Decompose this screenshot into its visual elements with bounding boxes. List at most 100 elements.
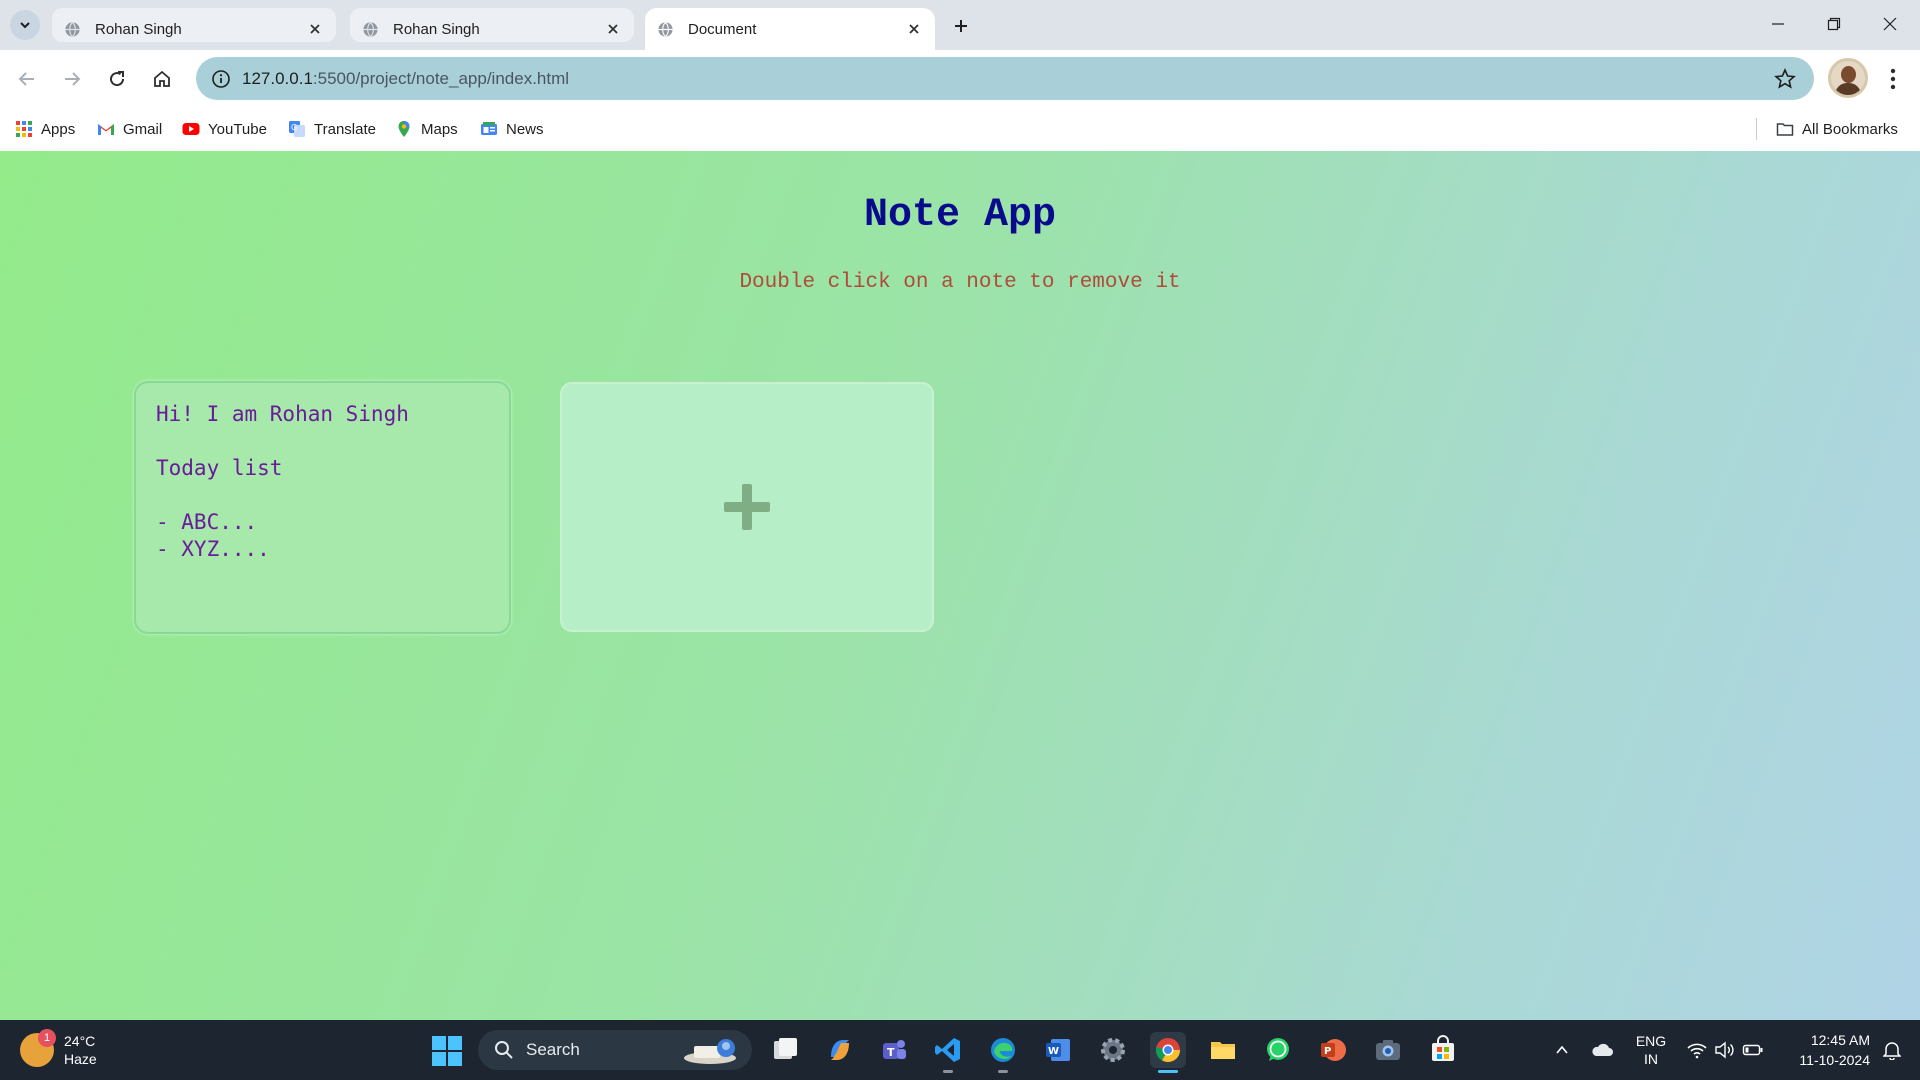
address-bar[interactable]: 127.0.0.1:5500/project/note_app/index.ht… [196,57,1814,100]
home-button[interactable] [145,62,179,96]
store-app[interactable] [1425,1032,1461,1068]
close-tab-icon[interactable] [604,20,622,38]
all-bookmarks-button[interactable]: All Bookmarks [1776,116,1898,142]
globe-icon [658,21,673,37]
bookmark-star-icon[interactable] [1774,68,1796,90]
chevron-up-icon [1556,1045,1568,1054]
site-info-button[interactable] [206,64,236,94]
weather-temperature: 24°C [64,1033,96,1049]
whatsapp-app[interactable] [1260,1032,1296,1068]
quick-settings-button[interactable] [1680,1020,1770,1080]
add-note-button[interactable] [560,382,934,632]
restore-button[interactable] [1806,0,1862,48]
close-tab-icon[interactable] [306,20,324,38]
svg-text:T: T [887,1046,895,1059]
camera-app[interactable] [1370,1032,1406,1068]
clock[interactable]: 12:45 AM 11-10-2024 [1776,1020,1870,1080]
folder-icon [1776,123,1794,136]
browser-toolbar: 127.0.0.1:5500/project/note_app/index.ht… [0,50,1920,108]
store-icon [1432,1035,1454,1061]
start-button[interactable] [432,1036,462,1066]
volume-icon [1715,1041,1734,1059]
tab-strip: Rohan Singh Rohan Singh Document [0,0,1920,50]
copilot-app[interactable] [822,1032,858,1068]
back-arrow-icon [18,72,34,86]
powerpoint-app[interactable]: P [1315,1032,1351,1068]
youtube-icon [182,123,200,135]
svg-text:G: G [291,123,297,132]
instruction-text: Double click on a note to remove it [739,271,1181,294]
tab-document[interactable]: Document [645,8,935,50]
profile-avatar[interactable] [1828,58,1868,98]
battery-icon [1742,1044,1763,1056]
edge-icon [991,1038,1015,1062]
translate-icon: G [289,121,305,137]
forward-arrow-icon [65,72,81,86]
bookmark-label: Gmail [123,120,163,138]
settings-icon [1101,1038,1125,1062]
bookmark-youtube[interactable]: YouTube [182,116,267,142]
chrome-app[interactable] [1150,1032,1186,1073]
bookmarks-bar: Apps Gmail YouTube G Translate Maps News… [0,108,1920,151]
globe-icon [65,21,80,37]
bookmark-translate[interactable]: G Translate [288,116,376,142]
folder-icon [1211,1042,1235,1059]
word-app[interactable]: W [1040,1032,1076,1068]
task-view-icon [774,1038,797,1059]
bookmark-label: YouTube [208,120,267,138]
task-view-app[interactable] [767,1032,803,1068]
forward-button[interactable] [55,62,89,96]
url-text[interactable]: 127.0.0.1:5500/project/note_app/index.ht… [242,69,569,89]
bookmark-label: Translate [314,120,376,138]
tab-rohan-singh-2[interactable]: Rohan Singh [350,8,634,50]
chevron-down-icon [20,22,30,29]
vscode-app[interactable] [930,1032,966,1073]
close-window-button[interactable] [1862,0,1918,48]
word-icon: W [1046,1039,1070,1061]
tab-title: Document [688,20,757,38]
running-indicator [943,1070,953,1073]
bookmarks-divider [1756,118,1757,140]
bookmark-news[interactable]: News [480,116,544,142]
edge-app[interactable] [985,1032,1021,1073]
teams-icon: T [883,1040,906,1059]
svg-text:W: W [1048,1046,1059,1057]
bookmark-label: Apps [41,120,76,138]
bell-icon [1883,1042,1901,1060]
close-tab-icon[interactable] [905,20,923,38]
restore-icon [1827,17,1841,31]
search-highlight-icon [684,1039,736,1064]
bookmark-label: News [506,120,544,138]
plus-icon [955,20,967,32]
bookmark-apps[interactable]: Apps [15,116,75,142]
teams-app[interactable]: T [876,1032,912,1068]
maps-icon [398,121,410,137]
onedrive-button[interactable] [1584,1020,1620,1080]
notifications-button[interactable] [1872,1020,1912,1080]
info-icon [212,70,230,88]
note-card[interactable]: Hi! I am Rohan Singh Today list - ABC...… [134,381,511,634]
back-button[interactable] [10,62,44,96]
new-tab-button[interactable] [945,10,977,42]
file-explorer-app[interactable] [1205,1032,1241,1068]
language-code: ENG [1635,1033,1667,1049]
settings-app[interactable] [1095,1032,1131,1068]
reload-button[interactable] [100,62,134,96]
show-hidden-icons-button[interactable] [1546,1020,1578,1080]
minimize-button[interactable] [1750,0,1806,48]
cloud-icon [1592,1043,1613,1056]
kebab-menu-icon [1890,68,1896,90]
windows-taskbar: 1 24°C Haze Search T W P ENG IN 12:45 AM… [0,1020,1920,1080]
taskbar-search[interactable]: Search [478,1030,752,1070]
page-title: Note App [863,193,1057,238]
tab-title: Rohan Singh [393,20,480,38]
tab-rohan-singh-1[interactable]: Rohan Singh [52,8,336,50]
bookmark-gmail[interactable]: Gmail [97,116,162,142]
weather-widget[interactable]: 1 24°C Haze [20,1028,97,1072]
tab-search-button[interactable] [10,10,40,40]
search-icon [495,1041,513,1059]
browser-menu-button[interactable] [1880,62,1906,96]
bookmark-maps[interactable]: Maps [395,116,458,142]
language-indicator[interactable]: ENG IN [1628,1020,1674,1080]
bookmark-label: Maps [421,120,458,138]
